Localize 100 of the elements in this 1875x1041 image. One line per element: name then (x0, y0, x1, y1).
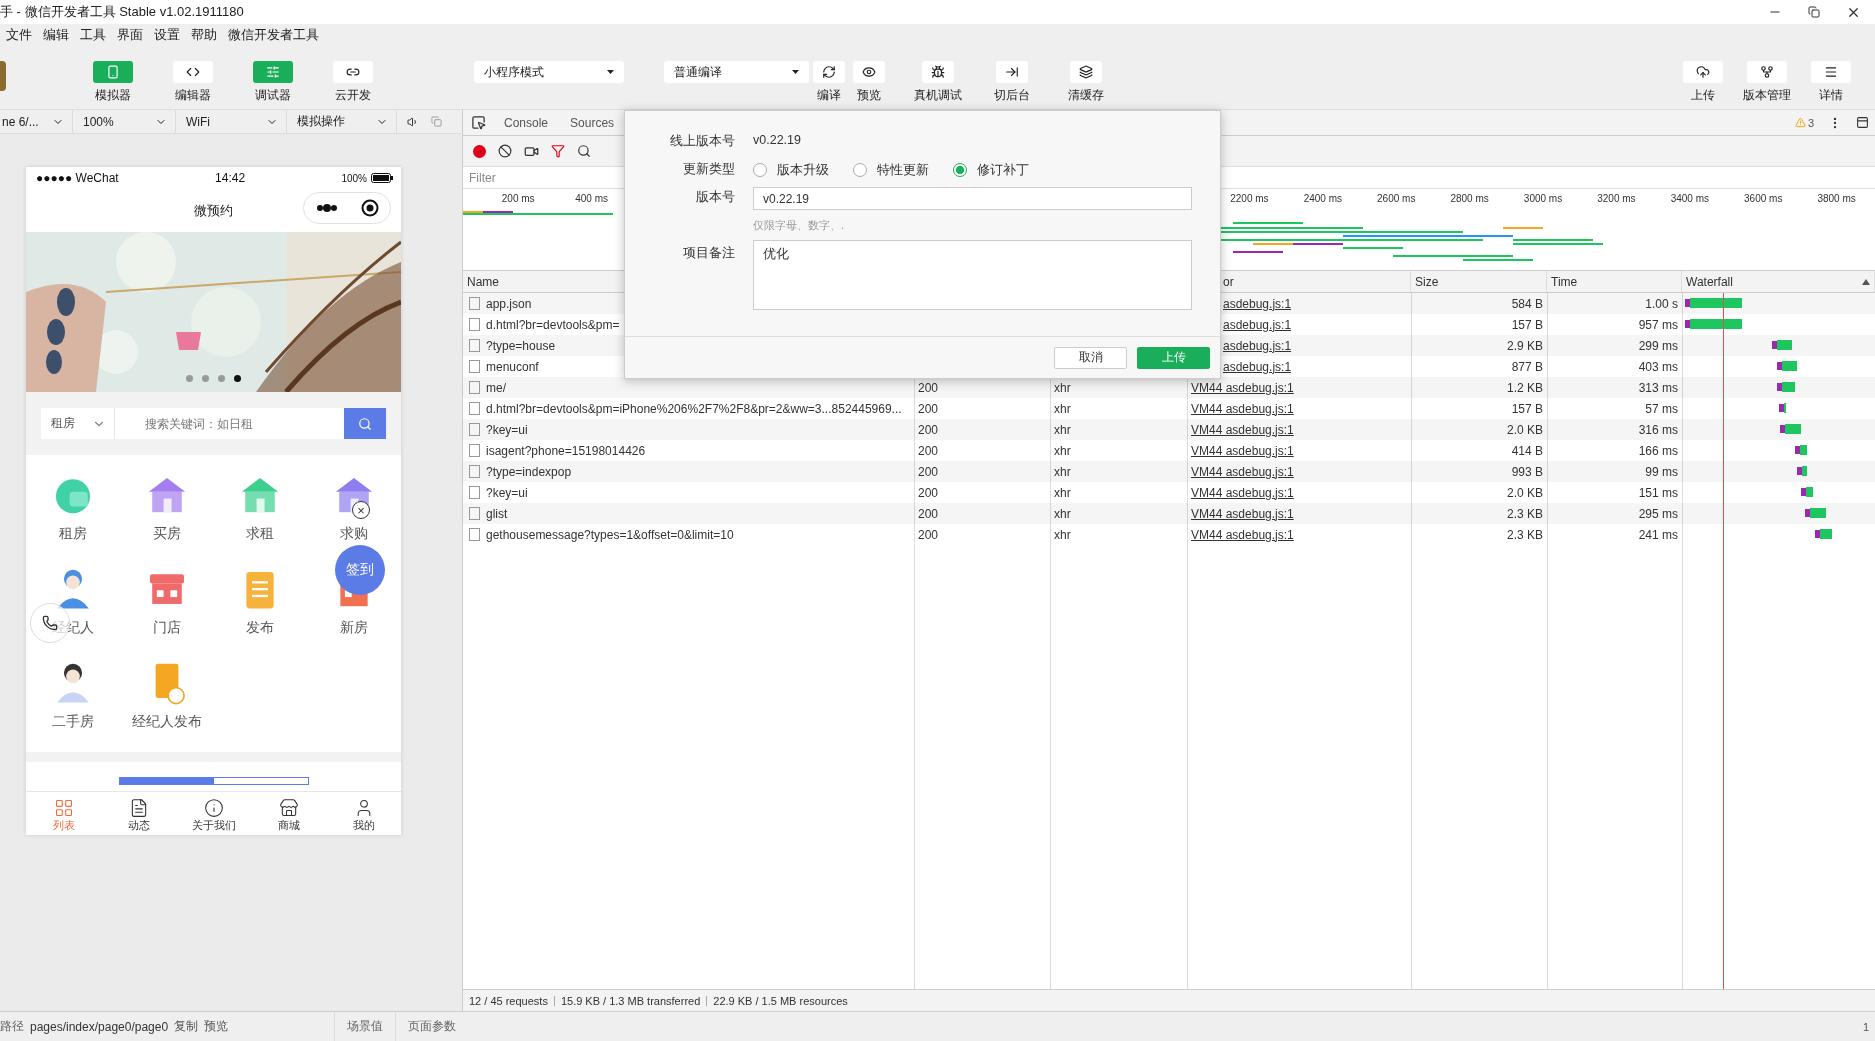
request-name[interactable]: ?key=ui (463, 419, 914, 440)
column-header[interactable]: Size (1411, 271, 1547, 292)
preview-link[interactable]: 预览 (204, 1018, 229, 1035)
phone-icon (106, 65, 120, 79)
cancel-button[interactable]: 取消 (1054, 346, 1127, 369)
category-select[interactable]: 租房 (41, 408, 115, 439)
radio-button[interactable] (953, 163, 967, 177)
params-button[interactable]: 页面参数 (395, 1011, 469, 1041)
request-name[interactable]: me/ (463, 377, 914, 398)
radio-button[interactable] (853, 163, 867, 177)
toolbar-button[interactable]: 真机调试 (913, 61, 963, 104)
tab-bar-item[interactable]: 我的 (326, 792, 401, 835)
mode-select[interactable]: 小程序模式 (474, 61, 624, 83)
column-header[interactable]: Time (1547, 271, 1682, 292)
target-icon[interactable] (360, 199, 379, 217)
category-label[interactable]: 租房 (58, 525, 87, 543)
copy-link[interactable]: 复制 (174, 1018, 199, 1035)
tab-bar-item[interactable]: 关于我们 (176, 792, 251, 835)
search-field[interactable]: 搜索关键词：如日租 (115, 408, 344, 439)
toolbar-button[interactable]: 切后台 (987, 61, 1037, 104)
network-select[interactable]: WiFi (176, 109, 287, 134)
record-button[interactable] (473, 144, 486, 158)
hint-text: 仅限字母、数字、. (753, 218, 846, 233)
request-name[interactable]: ?type=house (463, 335, 914, 356)
initiator-link[interactable]: VM44 asdebug.js:1 (1187, 377, 1411, 398)
initiator-link[interactable]: VM44 asdebug.js:1 (1187, 419, 1411, 440)
initiator-link[interactable]: VM44 asdebug.js:1 (1187, 503, 1411, 524)
initiator-link[interactable]: VM44 asdebug.js:1 (1187, 524, 1411, 545)
caret-icon[interactable] (792, 70, 799, 74)
zoom-select[interactable]: 100% (73, 109, 176, 134)
timing-bar (1777, 382, 1795, 392)
compile-select[interactable]: 普通编译 (664, 61, 809, 83)
menu-item[interactable]: 界面 (117, 26, 143, 44)
request-name[interactable]: menuconf (463, 356, 914, 377)
more-icon[interactable] (315, 204, 338, 212)
category-label[interactable]: 求租 (246, 525, 275, 543)
toolbar-button[interactable]: 详情 (1801, 61, 1861, 104)
category-label[interactable]: 门店 (152, 619, 181, 637)
tick-label: 2200 ms (1229, 193, 1269, 204)
menu-item[interactable]: 微信开发者工具 (228, 26, 319, 44)
request-name[interactable]: ?type=indexpop (463, 461, 914, 482)
request-name[interactable]: ?key=ui (463, 482, 914, 503)
restore-icon[interactable] (1808, 6, 1820, 18)
initiator-link[interactable]: VM44 asdebug.js:1 (1187, 398, 1411, 419)
menu-item[interactable]: 帮助 (191, 26, 217, 44)
toolbar-button[interactable]: 版本管理 (1737, 61, 1797, 104)
toolbar-button[interactable]: 模拟器 (84, 61, 142, 104)
device-select[interactable]: ne 6/... (0, 109, 73, 134)
version-field[interactable]: v0.22.19 (753, 187, 1192, 210)
tab-bar-item[interactable]: 动态 (101, 792, 176, 835)
clear-icon[interactable] (498, 144, 512, 158)
sort-icon[interactable] (1862, 278, 1870, 285)
column-header[interactable]: Waterfall (1682, 271, 1875, 292)
notes-field[interactable]: 优化 (753, 240, 1192, 310)
inspect-icon[interactable] (471, 115, 486, 130)
carousel-dot[interactable] (218, 375, 225, 382)
category-label[interactable]: 新房 (340, 619, 369, 637)
menu-item[interactable]: 编辑 (43, 26, 69, 44)
category-label[interactable]: 发布 (246, 619, 275, 637)
category-label[interactable]: 买房 (152, 525, 181, 543)
initiator-link[interactable]: VM44 asdebug.js:1 (1187, 482, 1411, 503)
initiator-link[interactable]: VM44 asdebug.js:1 (1187, 440, 1411, 461)
carousel-dot[interactable] (202, 375, 209, 382)
operation-select[interactable]: 模拟操作 (287, 109, 397, 134)
request-name[interactable]: d.html?br=devtools&pm=iPhone%206%2F7%2F8&pr=2&ww=3...852445969... (463, 398, 914, 419)
toolbar-button[interactable]: 上传 (1673, 61, 1733, 104)
menu-item[interactable]: 设置 (154, 26, 180, 44)
category-label[interactable]: 经纪人发布 (131, 713, 202, 731)
menu-item[interactable]: 工具 (80, 26, 106, 44)
speaker-icon[interactable] (407, 115, 419, 128)
carousel-dot[interactable] (186, 375, 193, 382)
caret-icon[interactable] (607, 70, 614, 74)
toolbar-button[interactable]: 清缓存 (1061, 61, 1111, 104)
toolbar-button[interactable]: 编译 (809, 61, 849, 104)
request-name[interactable]: d.html?br=devtools&pm= (463, 314, 914, 335)
menu-item[interactable]: 文件 (6, 26, 32, 44)
devtools-tab[interactable]: Console (500, 115, 553, 130)
tab-bar-item[interactable]: 商城 (251, 792, 326, 835)
category-label[interactable]: 求购 (340, 525, 369, 543)
request-name[interactable]: gethousemessage?types=1&offset=0&limit=10 (463, 524, 914, 545)
scene-button[interactable]: 场景值 (334, 1011, 396, 1041)
request-name[interactable]: glist (463, 503, 914, 524)
clock-text: 14:42 (215, 171, 246, 185)
toolbar-button[interactable]: 预览 (849, 61, 889, 104)
devtools-tab[interactable]: Sources (566, 115, 619, 130)
radio-option[interactable]: 特性更新 (853, 161, 929, 179)
toolbar-button[interactable]: 编辑器 (164, 61, 222, 104)
toolbar-button[interactable]: 调试器 (244, 61, 302, 104)
filter-icon[interactable] (551, 144, 565, 158)
tick-label: 200 ms (500, 193, 535, 204)
search-icon[interactable] (577, 144, 591, 158)
carousel-dot[interactable] (234, 375, 241, 382)
radio-button[interactable] (753, 163, 767, 177)
category-label[interactable]: 二手房 (51, 713, 94, 731)
toolbar-button[interactable]: 云开发 (324, 61, 382, 104)
sign-in-button[interactable]: 签到 (335, 545, 385, 595)
initiator-link[interactable]: VM44 asdebug.js:1 (1187, 461, 1411, 482)
request-name[interactable]: isagent?phone=15198014426 (463, 440, 914, 461)
dock-icon[interactable] (1856, 116, 1869, 129)
radio-option[interactable]: 修订补丁 (953, 161, 1029, 179)
